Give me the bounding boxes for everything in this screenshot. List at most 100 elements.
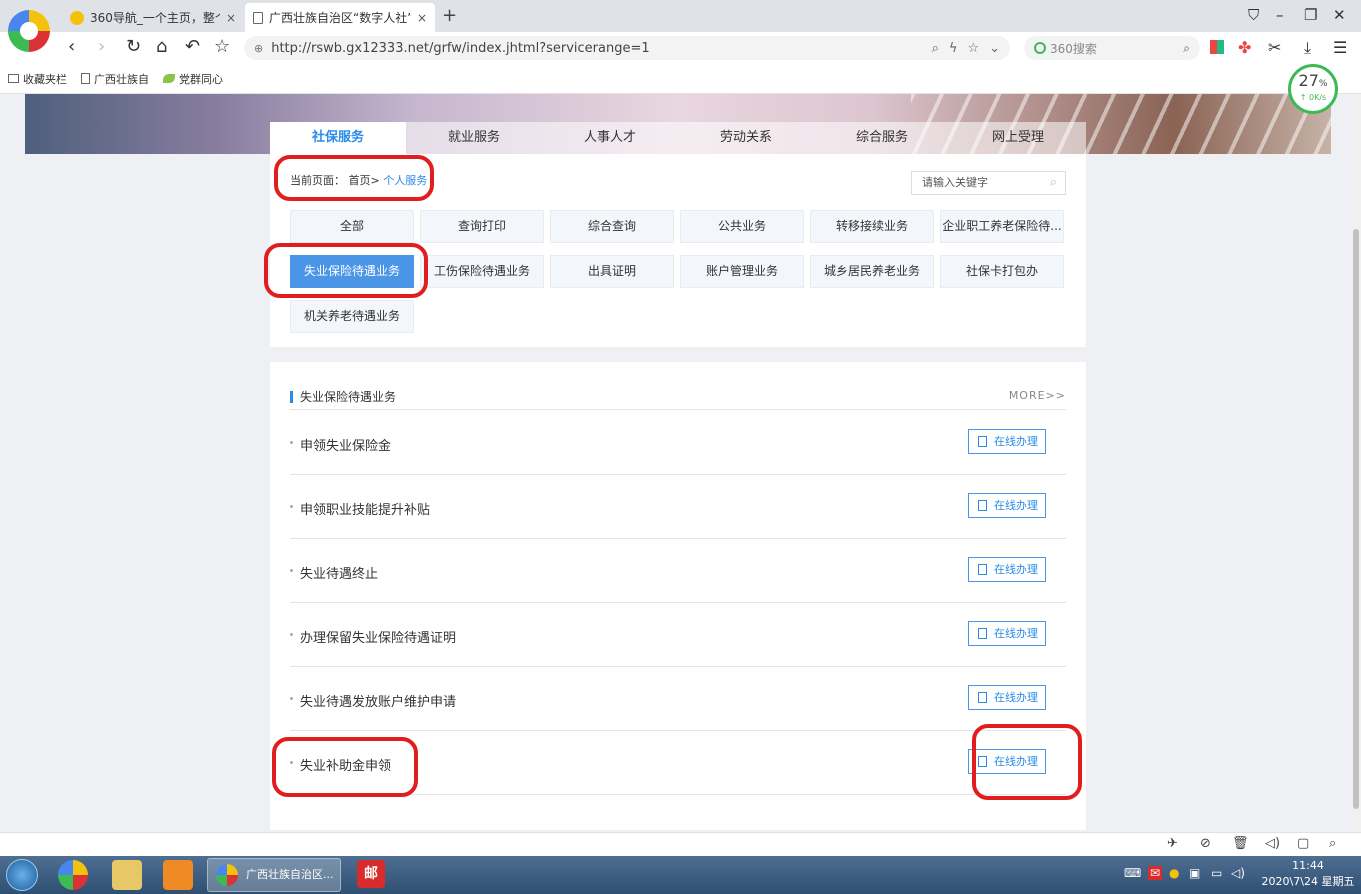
zoom-icon[interactable]: ⌕ (1329, 836, 1336, 851)
bookmarks-bar: 收藏夹栏 广西壮族自 党群同心 (0, 64, 1361, 94)
folder-icon (8, 74, 19, 83)
nav-personnel[interactable]: 人事人才 (542, 122, 678, 154)
close-icon[interactable]: × (417, 11, 427, 25)
security-tray-icon[interactable]: ● (1169, 866, 1179, 880)
scissors-icon[interactable]: ✂ (1268, 38, 1281, 57)
start-button[interactable] (6, 859, 38, 891)
category-button-comprehensive-query[interactable]: 综合查询 (550, 210, 674, 243)
category-button-query-print[interactable]: 查询打印 (420, 210, 544, 243)
media-player-icon[interactable] (163, 860, 193, 890)
keyboard-icon[interactable]: ⌨ (1124, 866, 1141, 880)
annotation-mark-breadcrumb (274, 155, 434, 201)
category-button-public-business[interactable]: 公共业务 (680, 210, 804, 243)
bookmark-favorites[interactable]: 收藏夹栏 (8, 71, 67, 87)
home-icon[interactable]: ⌂ (156, 36, 167, 57)
page-scrollbar[interactable] (1351, 94, 1361, 832)
scrollbar-thumb[interactable] (1353, 229, 1359, 809)
mail-app-icon[interactable]: 邮 (357, 860, 385, 888)
volume-icon[interactable]: ◁) (1265, 836, 1280, 851)
windows-taskbar: 广西壮族自治区... 邮 ⌨ ✉ ● ▣ ▭ ◁) 11:44 2020\7\2… (0, 856, 1361, 894)
list-item: 申领职业技能提升补贴 在线办理 (290, 475, 1066, 539)
browser-tab-bar: 360导航_一个主页，整个世界 × 广西壮族自治区“数字人社” × + ⛉ – … (0, 0, 1361, 32)
skin-icon[interactable]: ⛉ (1248, 6, 1259, 24)
zoom-icon[interactable]: ⌕ (932, 41, 939, 56)
game-icon[interactable]: ✤ (1238, 38, 1251, 57)
close-icon[interactable]: × (226, 11, 236, 25)
item-label[interactable]: 申领失业保险金 (300, 435, 391, 454)
bookmark-star-icon[interactable]: ☆ (967, 41, 979, 56)
menu-icon[interactable]: ☰ (1333, 38, 1347, 57)
nav-online-acceptance[interactable]: 网上受理 (950, 122, 1086, 154)
document-icon (978, 628, 987, 639)
download-icon[interactable]: ⤓ (1304, 38, 1311, 58)
speaker-tray-icon[interactable]: ◁) (1231, 866, 1245, 880)
search-icon[interactable]: ⌕ (1050, 172, 1057, 194)
system-clock[interactable]: 11:44 2020\7\24 星期五 (1258, 858, 1358, 890)
tab-digital-hr[interactable]: 广西壮族自治区“数字人社” × (245, 3, 435, 32)
document-icon (978, 564, 987, 575)
window-icon[interactable]: ▢ (1297, 836, 1309, 851)
favorite-star-icon[interactable]: ☆ (214, 36, 230, 57)
leaf-icon (163, 74, 175, 83)
category-button-employee-pension[interactable]: 企业职工养老保险待... (940, 210, 1064, 243)
search-360-input[interactable]: 360搜索 ⌕ (1024, 36, 1200, 60)
nav-labor-relations[interactable]: 劳动关系 (678, 122, 814, 154)
nav-employment[interactable]: 就业服务 (406, 122, 542, 154)
new-tab-button[interactable]: + (442, 5, 457, 26)
item-label[interactable]: 申领职业技能提升补贴 (300, 499, 430, 518)
network-tray-icon[interactable]: ▣ (1189, 866, 1200, 880)
category-button-certificate[interactable]: 出具证明 (550, 255, 674, 288)
close-window-icon[interactable]: ✕ (1333, 6, 1346, 24)
more-link[interactable]: MORE>> (1009, 389, 1066, 402)
back-icon[interactable]: ‹ (68, 36, 75, 57)
network-speed-widget[interactable]: 27% ↑ 0K/s (1288, 64, 1338, 114)
category-button-account-management[interactable]: 账户管理业务 (680, 255, 804, 288)
360-browser-icon (216, 864, 238, 886)
trash-icon[interactable]: 🗑 (1232, 836, 1249, 851)
section-header: 失业保险待遇业务 MORE>> (290, 388, 1066, 410)
online-apply-button[interactable]: 在线办理 (968, 429, 1046, 454)
reload-icon[interactable]: ↻ (126, 36, 141, 57)
item-label[interactable]: 失业待遇终止 (300, 563, 378, 582)
online-apply-button[interactable]: 在线办理 (968, 685, 1046, 710)
bookmark-party[interactable]: 党群同心 (163, 71, 223, 87)
360-browser-logo[interactable] (8, 10, 50, 52)
tab-360-nav[interactable]: 360导航_一个主页，整个世界 × (62, 3, 244, 32)
category-button-card-package[interactable]: 社保卡打包办 (940, 255, 1064, 288)
category-button-all[interactable]: 全部 (290, 210, 414, 243)
nav-general-services[interactable]: 综合服务 (814, 122, 950, 154)
annotation-mark-button (972, 724, 1082, 800)
forward-icon[interactable]: › (98, 36, 105, 57)
360-security-icon[interactable] (58, 860, 88, 890)
list-item: 失业待遇发放账户维护申请 在线办理 (290, 667, 1066, 731)
url-text: http://rswb.gx12333.net/grfw/index.jhtml… (271, 40, 650, 56)
page-icon (253, 11, 263, 24)
rocket-icon[interactable]: ✈ (1167, 836, 1178, 851)
search-icon[interactable]: ⌕ (1183, 41, 1190, 56)
chevron-down-icon[interactable]: ⌄ (989, 41, 1000, 56)
online-apply-button[interactable]: 在线办理 (968, 557, 1046, 582)
online-apply-button[interactable]: 在线办理 (968, 621, 1046, 646)
category-button-work-injury[interactable]: 工伤保险待遇业务 (420, 255, 544, 288)
category-button-resident-pension[interactable]: 城乡居民养老业务 (810, 255, 934, 288)
apps-icon[interactable] (1210, 40, 1224, 54)
display-tray-icon[interactable]: ▭ (1211, 866, 1222, 880)
keyword-search-input[interactable]: 请输入关键字 ⌕ (911, 171, 1066, 195)
online-apply-button[interactable]: 在线办理 (968, 493, 1046, 518)
category-button-transfer[interactable]: 转移接续业务 (810, 210, 934, 243)
section-title: 失业保险待遇业务 (300, 390, 397, 404)
minimize-icon[interactable]: – (1276, 6, 1284, 24)
nav-social-security[interactable]: 社保服务 (270, 122, 406, 154)
item-label[interactable]: 办理保留失业保险待遇证明 (300, 627, 456, 646)
undo-icon[interactable]: ↶ (185, 36, 200, 57)
file-explorer-icon[interactable] (112, 860, 142, 890)
accelerate-icon[interactable]: ⊘ (1200, 836, 1211, 851)
lightning-icon[interactable]: ϟ (949, 41, 958, 56)
restore-icon[interactable]: ❐ (1304, 6, 1317, 24)
bookmark-guangxi[interactable]: 广西壮族自 (81, 71, 149, 87)
url-field[interactable]: ⊕ http://rswb.gx12333.net/grfw/index.jht… (244, 36, 1010, 60)
mail-tray-icon[interactable]: ✉ (1148, 866, 1163, 880)
item-label[interactable]: 失业待遇发放账户维护申请 (300, 691, 456, 710)
taskbar-window-guangxi[interactable]: 广西壮族自治区... (207, 858, 341, 892)
category-button-agency-pension[interactable]: 机关养老待遇业务 (290, 300, 414, 333)
